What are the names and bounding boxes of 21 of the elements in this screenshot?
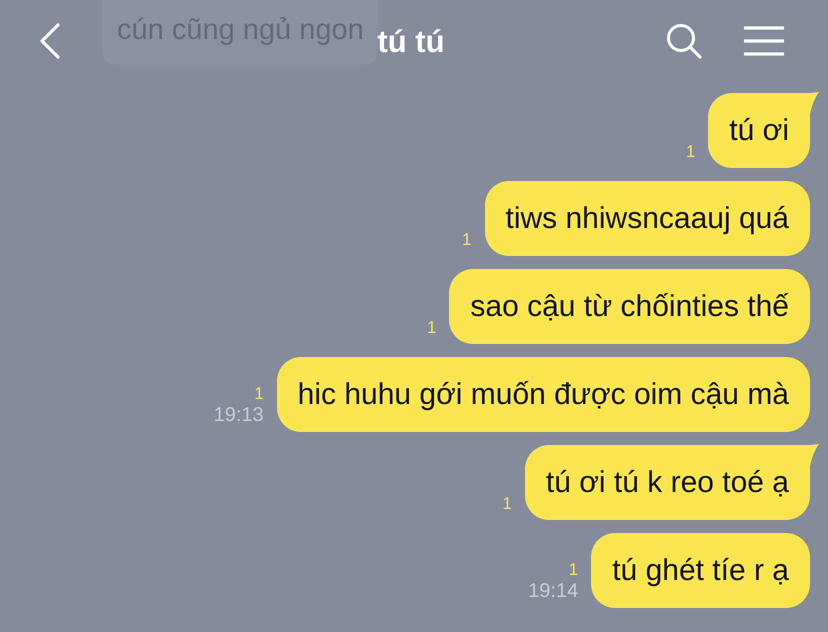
read-count: 1 <box>686 143 696 162</box>
message-bubble: hic huhu gới muốn được oim cậu mà <box>276 357 810 432</box>
read-count: 1 <box>502 495 512 514</box>
chat-title: tú tú <box>377 24 445 60</box>
bubble-tail-icon <box>810 92 819 114</box>
message-time: 19:14 <box>528 580 578 602</box>
read-count: 1 <box>568 561 578 580</box>
message-bubble: sao cậu từ chốinties thế <box>449 269 810 344</box>
bubble-tail-icon <box>810 444 819 466</box>
read-count: 1 <box>426 319 436 338</box>
read-count: 1 <box>462 231 472 250</box>
message-bubble: tú ơi tú k reo toé ạ <box>524 445 810 520</box>
search-button[interactable] <box>666 22 702 58</box>
message-time: 19:13 <box>214 404 264 426</box>
search-icon <box>666 22 702 58</box>
menu-button[interactable] <box>744 26 784 56</box>
read-count: 1 <box>254 385 264 404</box>
message-bubble: tiws nhiwsncaauj quá <box>484 181 810 256</box>
message-bubble: tú ơi <box>708 93 810 168</box>
menu-icon <box>744 26 784 56</box>
message-bubble: tú ghét tíe r ạ <box>591 533 810 608</box>
